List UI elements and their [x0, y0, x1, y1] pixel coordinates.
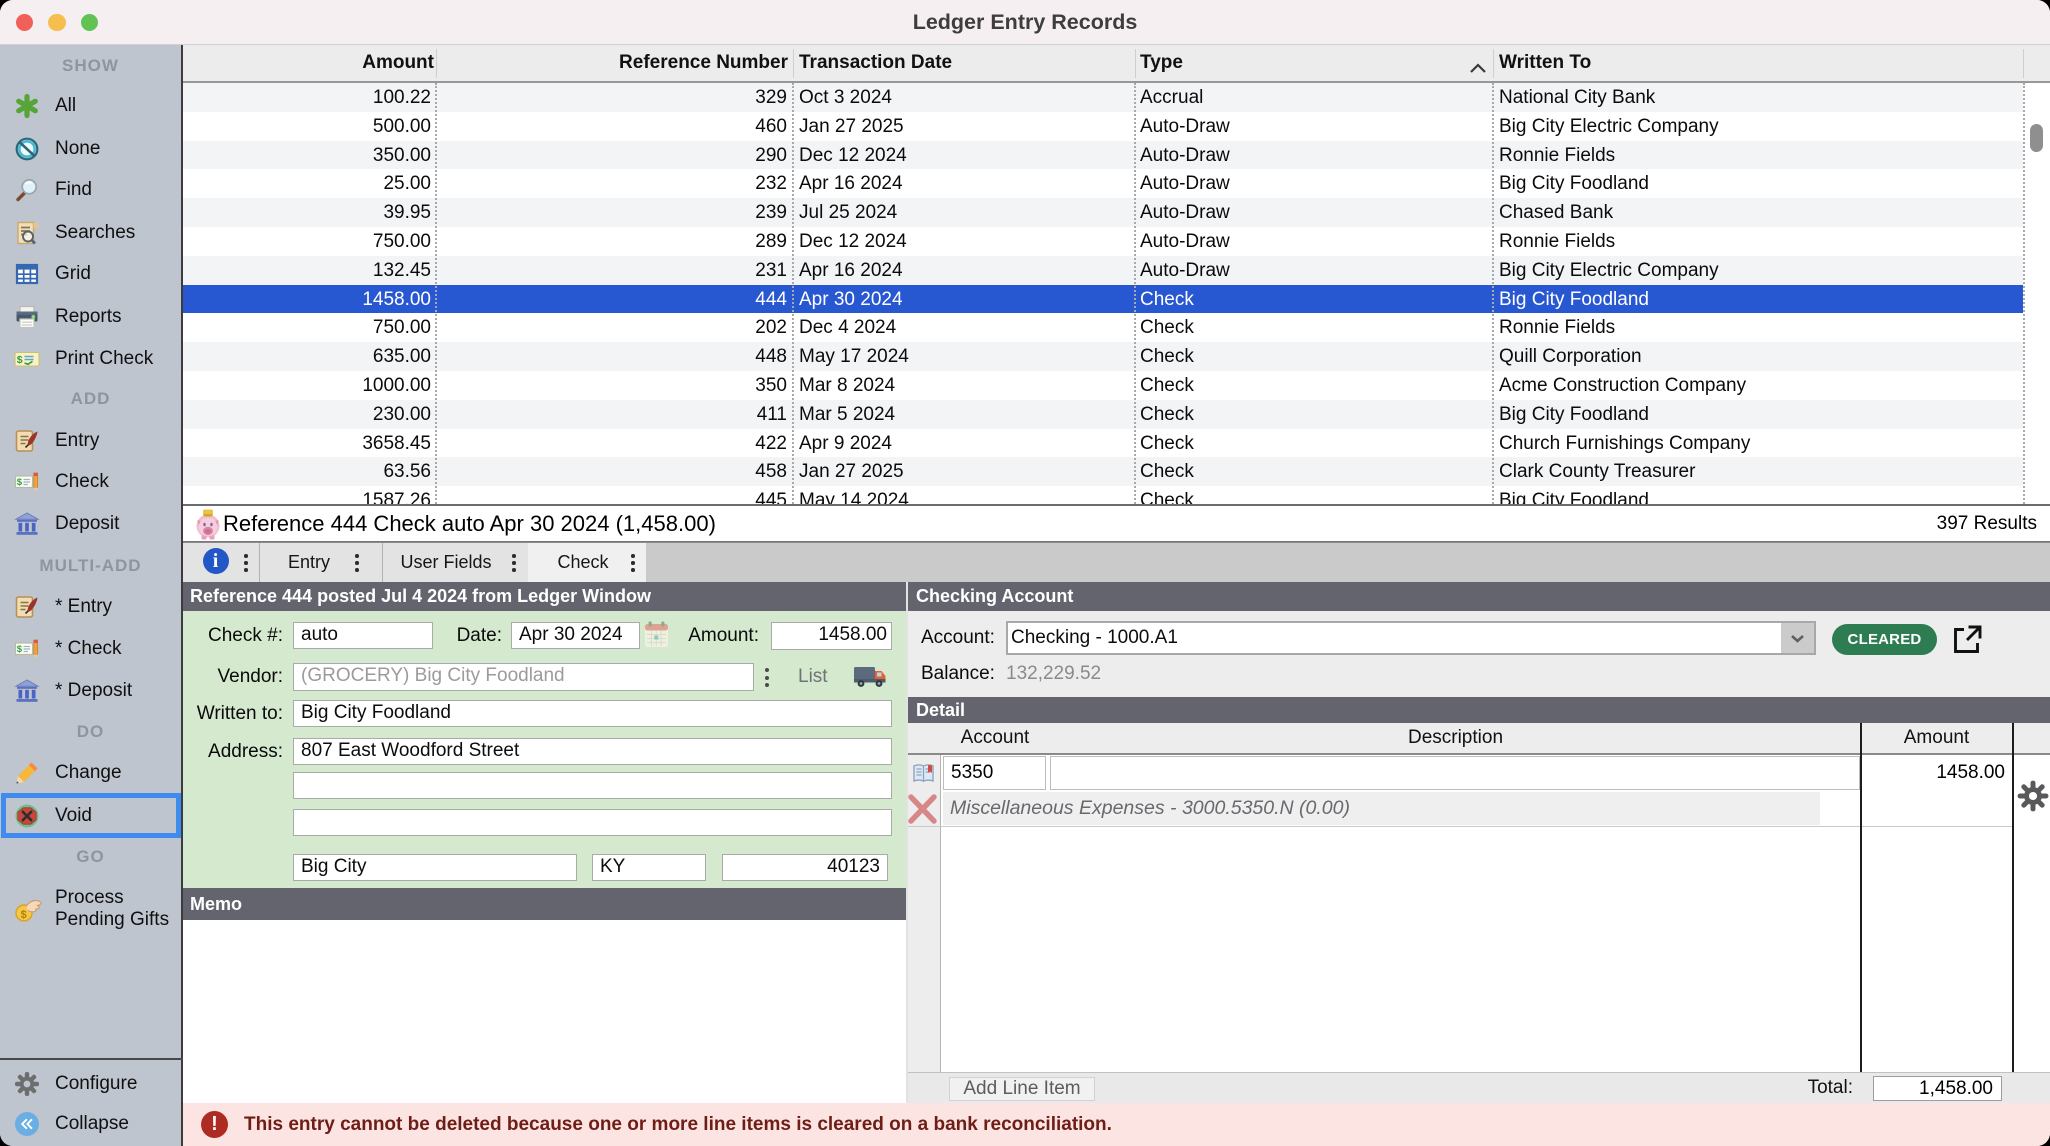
svg-text:$: $ [21, 909, 27, 921]
svg-text:$: $ [17, 353, 23, 365]
svg-text:$: $ [17, 644, 23, 655]
svg-text:$: $ [17, 477, 23, 488]
